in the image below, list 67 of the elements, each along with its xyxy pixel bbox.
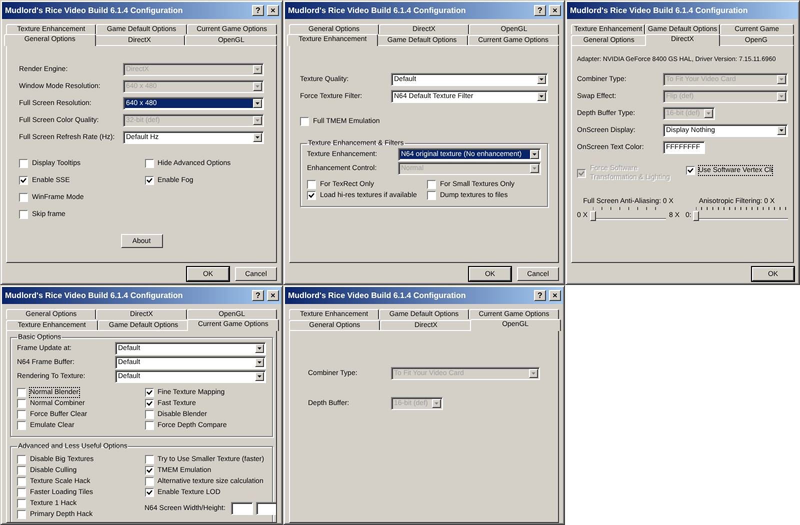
checkbox[interactable] (17, 499, 26, 508)
help-button[interactable]: ? (534, 290, 546, 301)
dropdown-arrow-icon (255, 358, 264, 367)
checkbox[interactable] (144, 421, 154, 430)
window-title: Mudlord's Rice Video Build 6.1.4 Configuration (570, 6, 749, 15)
dropdown-arrow-icon (253, 99, 262, 108)
close-button[interactable]: × (549, 290, 561, 301)
close-button[interactable]: × (267, 5, 279, 16)
slider-thumb[interactable] (693, 211, 700, 221)
checkbox[interactable] (144, 159, 154, 168)
checkbox[interactable] (144, 176, 154, 185)
window-title: Mudlord's Rice Video Build 6.1.4 Configuration (5, 291, 184, 300)
checkbox[interactable] (17, 399, 26, 408)
dropdown-arrow-icon (432, 399, 441, 408)
checkbox[interactable] (17, 510, 26, 519)
close-button[interactable]: × (549, 5, 561, 16)
window-title: Mudlord's Rice Video Build 6.1.4 Configuration (5, 6, 184, 15)
slider-track[interactable] (590, 207, 666, 219)
checkbox[interactable] (144, 488, 154, 497)
dropdown-arrow-icon (253, 82, 262, 91)
checkbox[interactable] (19, 159, 28, 168)
help-button[interactable]: ? (252, 5, 264, 16)
checkbox[interactable] (307, 180, 316, 189)
checkbox[interactable] (17, 421, 26, 430)
slider-track[interactable] (694, 207, 788, 219)
checkbox[interactable] (17, 477, 26, 486)
dropdown-arrow-icon (529, 369, 538, 378)
dropdown-arrow-icon (537, 92, 546, 101)
checkbox[interactable] (144, 477, 154, 486)
slider-thumb[interactable] (590, 211, 596, 221)
checkbox[interactable] (144, 466, 154, 475)
checkbox[interactable] (144, 399, 154, 408)
checkbox[interactable] (427, 191, 436, 200)
dropdown-arrow-icon (777, 126, 786, 135)
dropdown-arrow-icon (537, 75, 546, 84)
window-title: Mudlord's Rice Video Build 6.1.4 Configuration (288, 291, 467, 300)
help-button[interactable]: ? (534, 5, 546, 16)
checkbox[interactable] (19, 193, 28, 202)
width-field[interactable] (231, 502, 254, 515)
checkbox[interactable] (686, 166, 694, 174)
checkbox[interactable] (17, 466, 26, 475)
checkbox[interactable] (307, 191, 316, 200)
dropdown-arrow-icon (777, 75, 786, 84)
checkbox[interactable] (144, 388, 154, 397)
dropdown-arrow-icon (253, 116, 262, 125)
checkbox[interactable] (17, 410, 26, 419)
checkbox[interactable] (17, 455, 26, 464)
checkbox[interactable] (17, 388, 26, 397)
dropdown-arrow-icon (253, 65, 262, 74)
height-field[interactable] (256, 502, 276, 515)
checkbox[interactable] (300, 116, 309, 126)
checkbox[interactable] (427, 180, 436, 189)
checkbox[interactable] (19, 176, 28, 185)
checkbox[interactable] (144, 455, 154, 464)
checkbox[interactable] (17, 488, 26, 497)
dropdown-arrow-icon (530, 164, 539, 173)
dropdown-arrow-icon (255, 344, 264, 353)
window-title: Mudlord's Rice Video Build 6.1.4 Configuration (288, 6, 467, 15)
dropdown-arrow-icon (530, 150, 539, 159)
help-button[interactable]: ? (252, 290, 264, 301)
dropdown-arrow-icon (777, 92, 786, 101)
checkbox[interactable] (19, 210, 28, 219)
dropdown-arrow-icon (253, 133, 262, 142)
dropdown-arrow-icon (704, 109, 713, 118)
close-button[interactable]: × (267, 290, 279, 301)
checkbox[interactable] (144, 410, 154, 419)
dropdown-arrow-icon (255, 372, 264, 381)
